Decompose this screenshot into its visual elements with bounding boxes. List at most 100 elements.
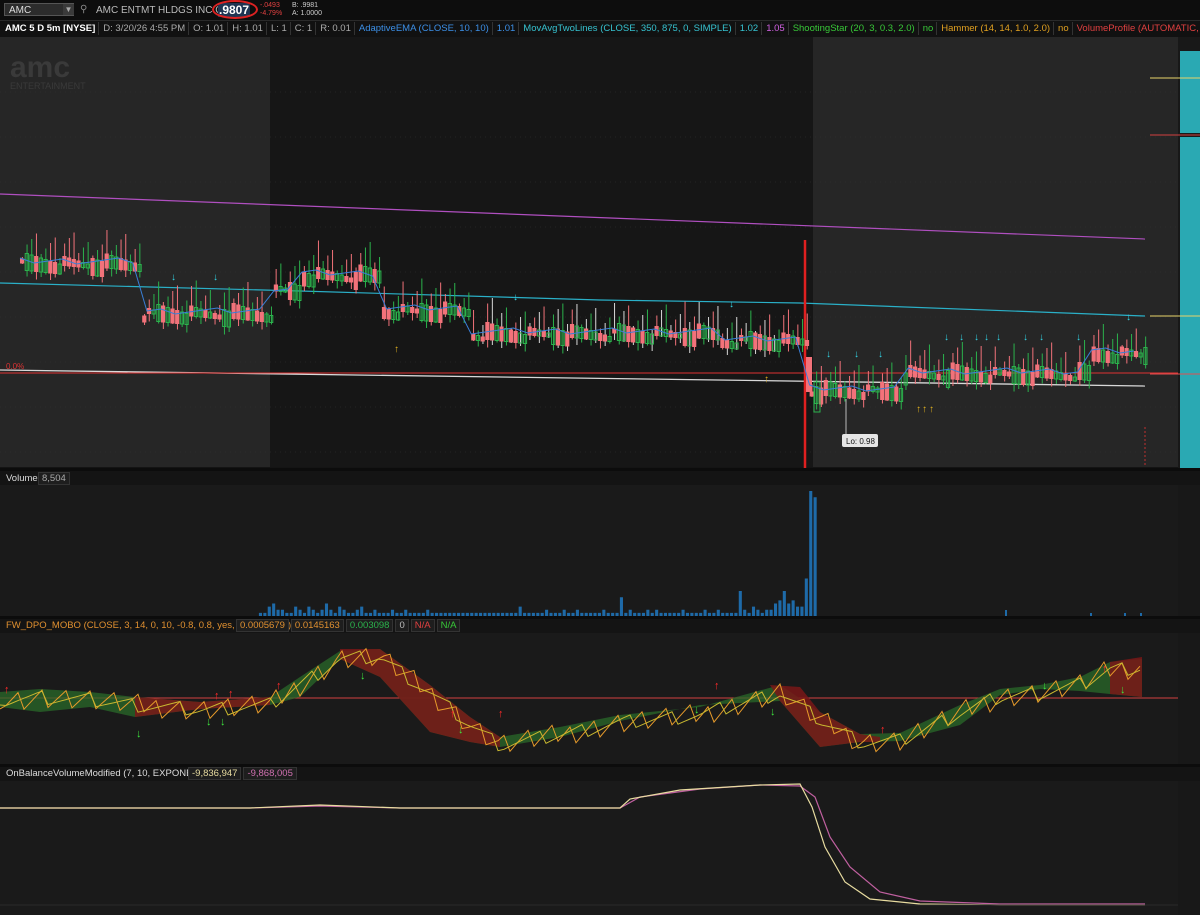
axis-bar: [1180, 51, 1200, 471]
dpo-value-5: N/A: [436, 619, 461, 632]
volume-pane-bg: [0, 485, 1178, 616]
volume-bar: [258, 612, 262, 616]
candle-body: [696, 323, 701, 339]
candle-body: [161, 305, 166, 323]
study-label-0[interactable]: AdaptiveEMA (CLOSE, 10, 10): [356, 22, 493, 35]
volume-bar: [606, 612, 610, 616]
bar-date[interactable]: D: 3/20/26 4:55 PM: [100, 22, 190, 35]
shooting-star-arrow: ↓: [1023, 332, 1028, 343]
hammer-arrow: ↑: [922, 404, 927, 415]
candle-body: [1049, 369, 1054, 379]
dpo-up-arrow: ↑: [714, 680, 720, 692]
candle-body: [480, 336, 485, 342]
volume-bar: [800, 606, 804, 616]
candle-body: [344, 276, 349, 282]
volume-bar: [479, 612, 483, 616]
candle-body: [316, 267, 321, 279]
volume-bar: [782, 591, 786, 616]
shooting-star-arrow: ↓: [213, 272, 218, 283]
shooting-star-arrow: ↓: [974, 332, 979, 343]
volume-bar: [320, 609, 324, 616]
candle-body: [598, 333, 603, 341]
candle-body: [175, 310, 180, 324]
volume-bar: [575, 609, 579, 616]
candle-body: [1119, 346, 1125, 356]
volume-bar: [663, 612, 668, 616]
study-label-2[interactable]: MovAvgTwoLines (CLOSE, 350, 875, 0, SIMP…: [520, 22, 736, 35]
study-label-1[interactable]: 1.01: [494, 22, 520, 35]
volume-bar: [540, 612, 544, 616]
volume-bar: [804, 578, 808, 616]
volume-bar: [483, 612, 487, 616]
link-icon[interactable]: ⚲: [80, 4, 87, 15]
shooting-star-arrow: ↓: [996, 332, 1001, 343]
volume-bar: [514, 612, 518, 616]
volume-bar: [465, 612, 469, 616]
volume-bar: [430, 612, 434, 616]
volume-bar-late: [1124, 613, 1126, 616]
volume-bar: [584, 612, 588, 616]
candle-body: [884, 383, 889, 401]
study-label-7[interactable]: Hammer (14, 14, 1.0, 2.0): [938, 22, 1055, 35]
bar-range[interactable]: R: 0.01: [317, 22, 355, 35]
volume-bar: [408, 612, 412, 616]
candle-body: [508, 329, 513, 343]
candle-body: [485, 322, 490, 340]
volume-bar: [751, 606, 756, 616]
shooting-star-arrow: ↓: [1126, 312, 1131, 323]
bar-open[interactable]: O: 1.01: [190, 22, 229, 35]
study-label-4[interactable]: 1.05: [763, 22, 789, 35]
volume-bar: [487, 612, 491, 616]
bar-close[interactable]: C: 1: [292, 22, 317, 35]
volume-bar-late: [1005, 610, 1007, 616]
volume-bar: [707, 612, 712, 616]
candle-body: [1007, 371, 1012, 377]
volume-bar: [390, 609, 395, 616]
chart-label[interactable]: AMC 5 D 5m [NYSE]: [2, 22, 100, 35]
candle-body: [837, 384, 842, 398]
dpo-down-arrow: ↓: [136, 728, 142, 740]
candle-body: [988, 374, 993, 384]
candle-body: [330, 271, 335, 281]
volume-bar: [672, 612, 676, 616]
study-label-6[interactable]: no: [920, 22, 938, 35]
volume-bar: [333, 612, 337, 616]
volume-bar: [633, 612, 637, 616]
candle-body: [880, 382, 885, 400]
candle-body: [104, 253, 109, 269]
candle-body: [1063, 373, 1068, 381]
pct-label: 0.0%: [6, 362, 24, 371]
volume-bar: [382, 612, 386, 616]
volume-bar: [536, 612, 540, 616]
candle-body: [978, 371, 983, 383]
volume-bar: [787, 603, 791, 616]
obv-value-1: -9,868,005: [243, 767, 297, 780]
candle-body: [720, 338, 725, 348]
watermark-logo: amc: [10, 51, 70, 84]
bar-high[interactable]: H: 1.01: [229, 22, 267, 35]
study-label-8[interactable]: no: [1055, 22, 1073, 35]
volume-bar: [580, 612, 584, 616]
chevron-down-icon[interactable]: ▼: [63, 4, 74, 15]
candle-body: [1030, 372, 1035, 386]
volume-bar: [399, 612, 403, 616]
candle-body: [358, 264, 363, 282]
volume-bar: [646, 609, 650, 616]
candle-body: [513, 331, 518, 343]
volume-bar: [699, 612, 703, 616]
volume-bar: [342, 609, 346, 616]
study-label-3[interactable]: 1.02: [737, 22, 763, 35]
volume-bar: [307, 606, 311, 616]
candle-body: [170, 308, 175, 324]
volume-bar: [518, 606, 522, 616]
bar-low[interactable]: L: 1: [268, 22, 291, 35]
study-label-9[interactable]: VolumeProfile (AUTOMATIC, 1.0, CHART, 1,…: [1074, 22, 1200, 35]
dpo-down-arrow: ↓: [220, 716, 226, 728]
candle-body: [490, 323, 495, 341]
volume-bar: [368, 612, 373, 616]
candle-body: [386, 308, 391, 320]
study-label-5[interactable]: ShootingStar (20, 3, 0.3, 2.0): [790, 22, 919, 35]
shooting-star-arrow: ↓: [729, 299, 734, 310]
chart-canvas[interactable]: amcENTERTAINMENT0.0%↓ ↓↓↓↓ ↓ ↓↓ ↓ ↓ ↓ ↓ ↓ ↓ ↓↓↑↑↑ ↑…: [0, 37, 1200, 915]
candle-body: [62, 256, 67, 266]
